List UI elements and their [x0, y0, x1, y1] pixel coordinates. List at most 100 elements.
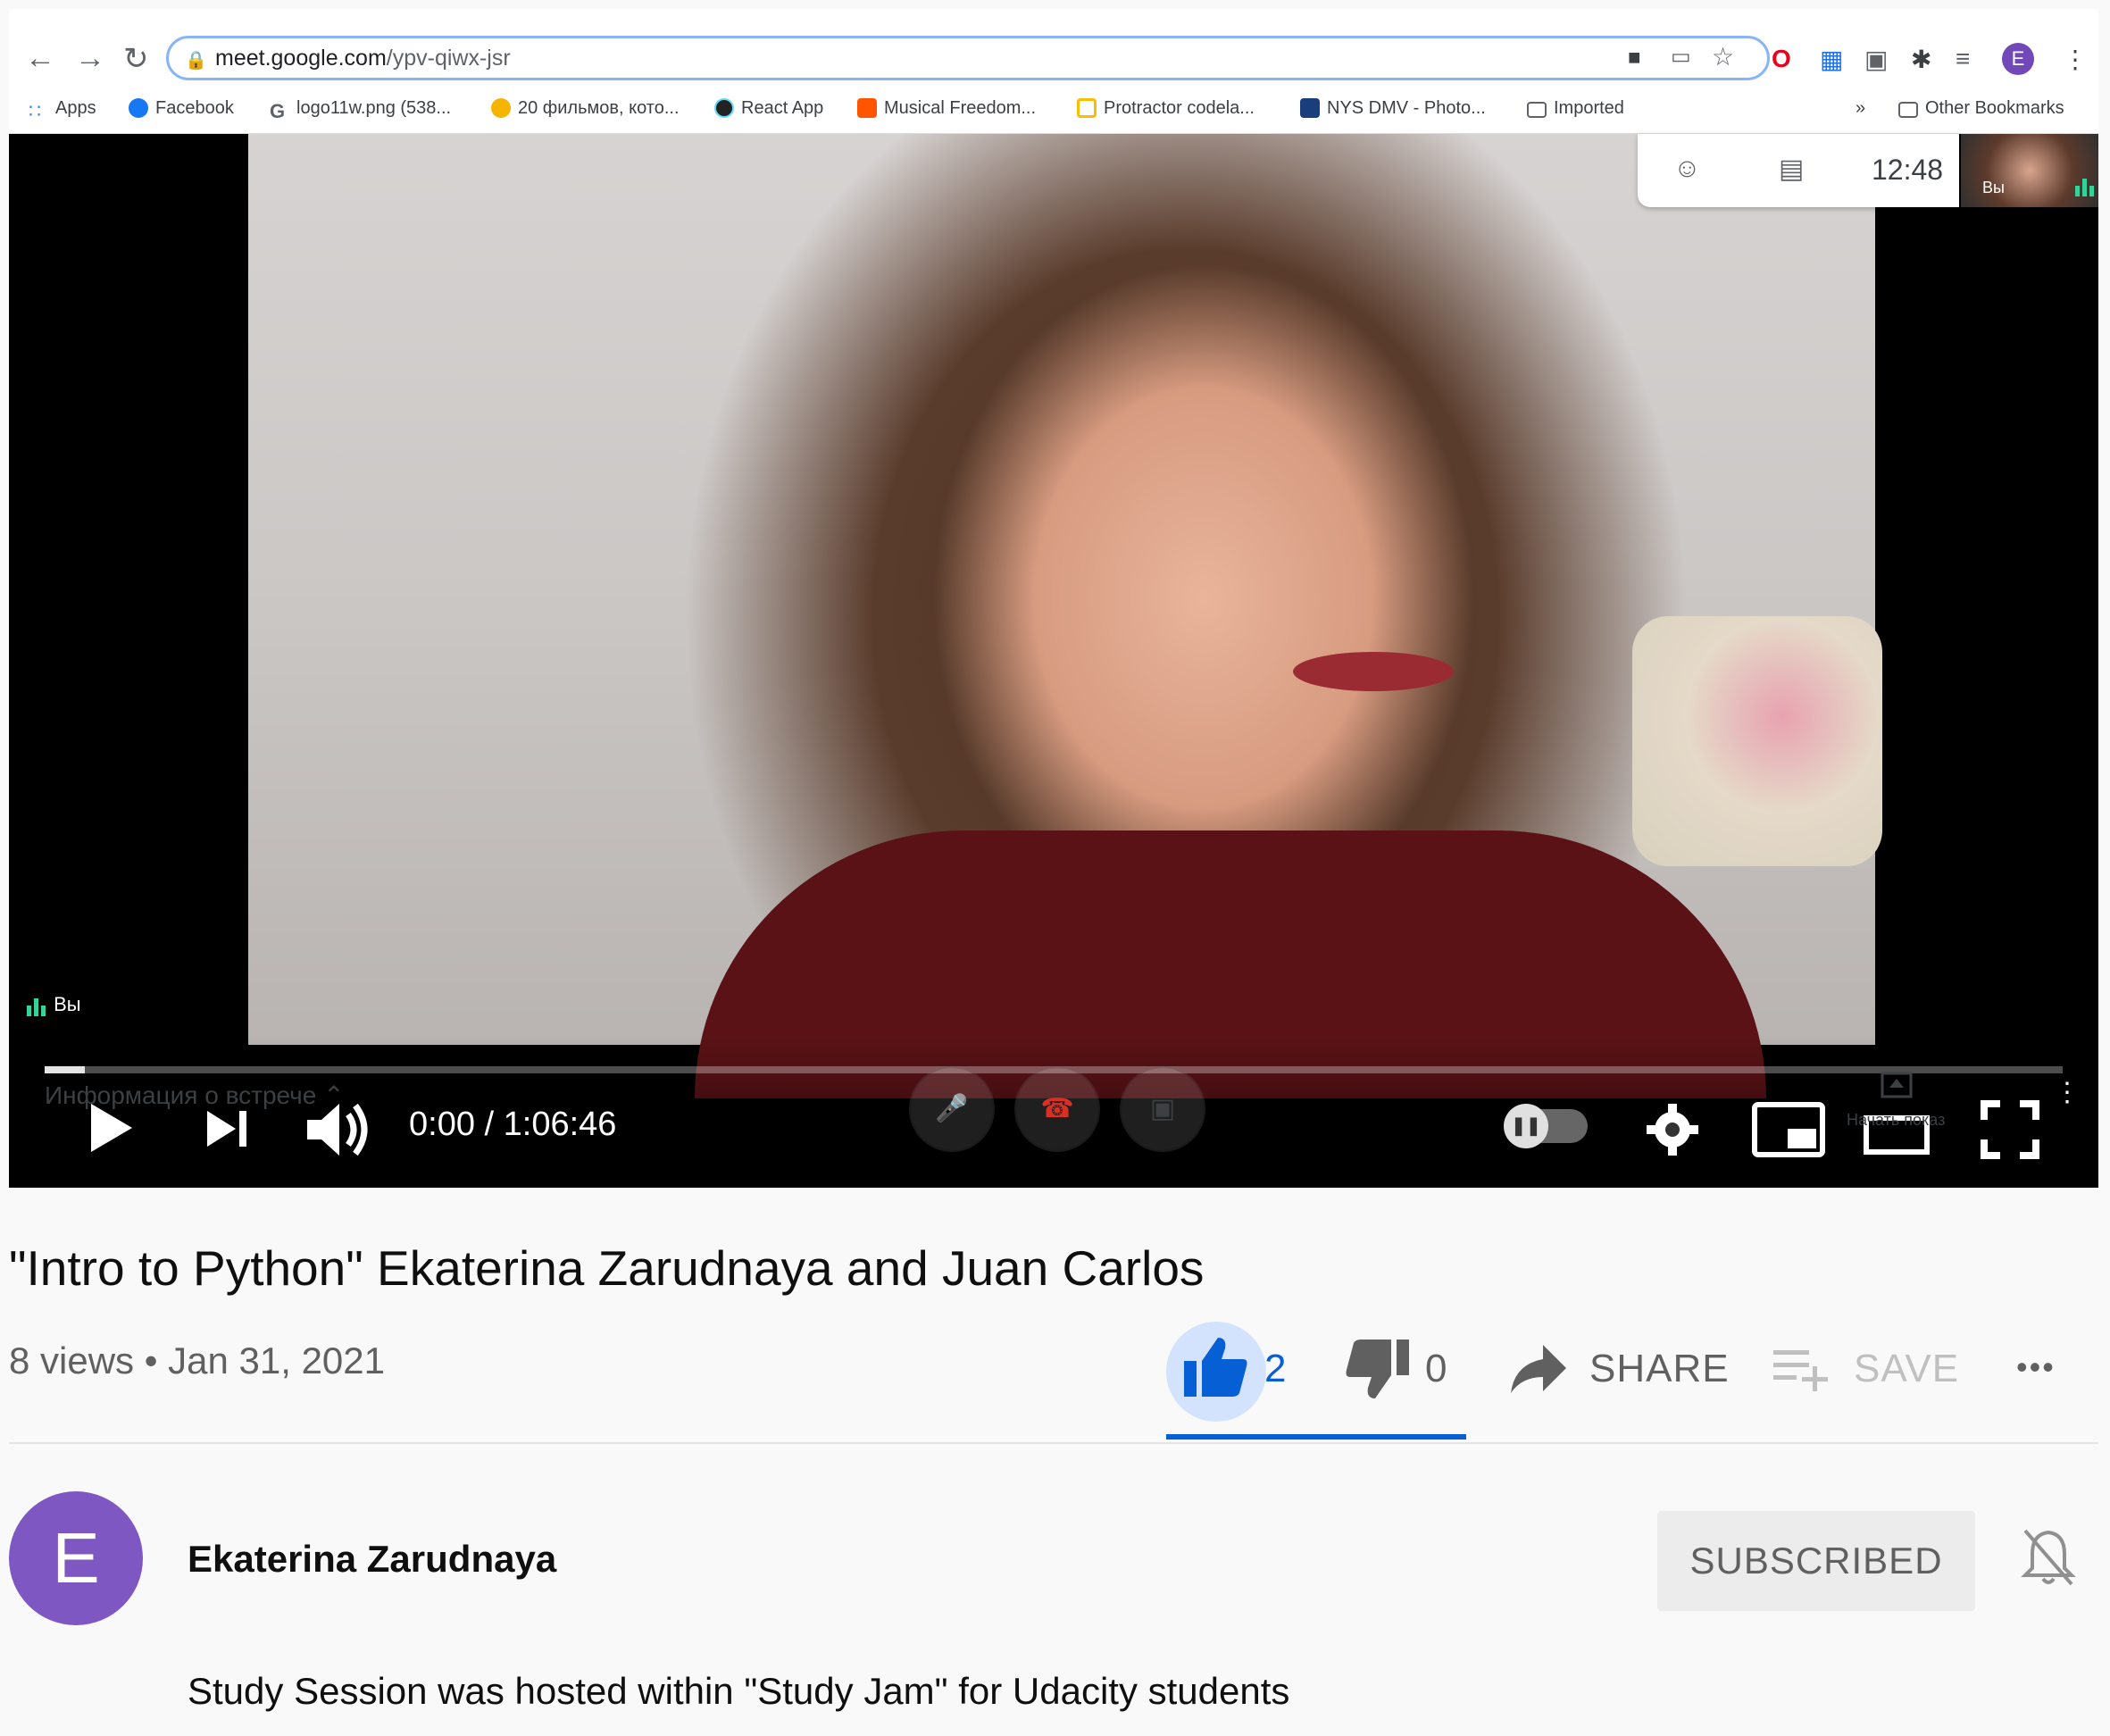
forward-arrow-icon: →	[75, 41, 105, 75]
presenter-face	[1293, 652, 1454, 691]
bookmark-label: Apps	[55, 98, 96, 118]
site-icon	[1300, 98, 1320, 118]
play-icon[interactable]	[88, 1102, 134, 1154]
bookmark-label: logo11w.png (538...	[296, 98, 452, 118]
separator-dot: •	[144, 1340, 158, 1381]
channel-name[interactable]: Ekaterina Zarudnaya	[188, 1538, 556, 1581]
mic-icon: 🎤	[909, 1066, 995, 1152]
hangup-icon: ☎	[1014, 1066, 1100, 1152]
overflow-icon[interactable]: ⋮	[2054, 1077, 2081, 1108]
section-divider	[9, 1442, 2098, 1444]
meet-clock: 12:48	[1872, 154, 1944, 186]
back-arrow-icon: ←	[25, 41, 55, 75]
like-count: 2	[1264, 1347, 1287, 1390]
meet-info-panel: ☺ ▤ 12:48	[1638, 134, 1959, 207]
url-host: meet.google.com	[215, 46, 387, 71]
self-label: Вы	[1982, 179, 2005, 196]
video-meta: 8 views • Jan 31, 2021	[9, 1340, 385, 1382]
self-video-tile: Вы	[1961, 134, 2098, 207]
like-ratio-bar	[1166, 1434, 1466, 1440]
share-arrow-icon[interactable]	[1509, 1343, 1568, 1395]
subscribed-button[interactable]: SUBSCRIBED	[1657, 1511, 1975, 1611]
playlist-add-icon[interactable]	[1773, 1347, 1832, 1393]
bookmark-apps: ∷ Apps	[29, 98, 96, 121]
folder-icon	[1898, 102, 1918, 118]
speaker-label: Вы	[27, 993, 81, 1016]
upload-date: Jan 31, 2021	[168, 1340, 385, 1381]
bookmark-other: Other Bookmarks	[1898, 98, 2064, 119]
channel-avatar[interactable]: E	[9, 1491, 143, 1625]
bookmark-label: Imported	[1554, 98, 1624, 118]
notifications-off-bell-icon[interactable]	[2020, 1527, 2077, 1588]
thumbs-down-icon[interactable]	[1345, 1340, 1409, 1400]
bookmark-label: 20 фильмов, кото...	[518, 98, 680, 118]
url-path: /ypv-qiwx-jsr	[386, 46, 511, 71]
pause-icon: ❚❚	[1504, 1104, 1548, 1148]
site-icon	[1077, 98, 1097, 118]
bookmark-musical-freedom: Musical Freedom...	[857, 98, 1036, 119]
apps-grid-icon: ∷	[29, 100, 41, 122]
bookmark-label: NYS DMV - Photo...	[1327, 98, 1486, 118]
progress-fill	[45, 1066, 86, 1073]
more-actions-icon[interactable]: •••	[2016, 1348, 2056, 1386]
address-bar: 🔒 meet.google.com/ypv-qiwx-jsr ■ ▭ ☆	[166, 36, 1770, 80]
folder-icon	[1527, 102, 1547, 118]
puzzle-icon: ✱	[1911, 46, 1932, 73]
video-frame	[248, 134, 1882, 1098]
lock-icon: 🔒	[185, 51, 207, 71]
chat-icon: ▤	[1779, 154, 1805, 184]
more-bookmarks: »	[1856, 98, 1866, 118]
bookmark-facebook: Facebook	[129, 98, 234, 119]
bookmark-label: Facebook	[155, 98, 234, 118]
bookmark-label: Musical Freedom...	[884, 98, 1037, 118]
menu-dots-icon: ⋮	[2063, 46, 2088, 73]
star-icon: ☆	[1712, 43, 1735, 71]
settings-gear-icon[interactable]	[1645, 1102, 1700, 1157]
autoplay-toggle[interactable]: ❚❚	[1504, 1104, 1588, 1148]
opera-icon: O	[1772, 45, 1791, 72]
bookmark-label: Protractor codela...	[1104, 98, 1255, 118]
address-url: meet.google.com/ypv-qiwx-jsr	[215, 46, 511, 71]
site-icon	[491, 98, 511, 118]
bookmark-nys-dmv: NYS DMV - Photo...	[1300, 98, 1486, 119]
share-button[interactable]: SHARE	[1589, 1347, 1730, 1391]
cast-icon: ▭	[1671, 45, 1691, 69]
bookmark-protractor: Protractor codela...	[1077, 98, 1255, 119]
video-title: "Intro to Python" Ekaterina Zarudnaya an…	[9, 1240, 1205, 1296]
camera-icon: ■	[1628, 46, 1641, 70]
dislike-count: 0	[1425, 1347, 1447, 1390]
view-count: 8 views	[9, 1340, 135, 1381]
meeting-details-text: Информация о встрече	[45, 1081, 317, 1109]
miniplayer-icon[interactable]	[1752, 1102, 1825, 1157]
video-player[interactable]: ← → ↻ 🔒 meet.google.com/ypv-qiwx-jsr ■ ▭…	[9, 9, 2098, 1188]
bookmark-label: Other Bookmarks	[1925, 98, 2064, 118]
react-icon	[714, 98, 734, 118]
bookmark-logo: Glogo11w.png (538...	[270, 98, 451, 121]
youtube-watch-page: ← → ↻ 🔒 meet.google.com/ypv-qiwx-jsr ■ ▭…	[0, 0, 2110, 1736]
extension-window-icon: ▦	[1820, 46, 1844, 73]
soundcloud-icon	[857, 98, 877, 118]
reload-icon: ↻	[123, 42, 149, 76]
media-queue-icon: ≡	[1956, 45, 1971, 72]
bookmark-imported: Imported	[1527, 98, 1624, 119]
thumbs-up-icon[interactable]	[1184, 1336, 1248, 1397]
browser-toolbar: ← → ↻ 🔒 meet.google.com/ypv-qiwx-jsr ■ ▭…	[9, 9, 2098, 134]
bookmark-films: 20 фильмов, кото...	[491, 98, 680, 119]
extension-save-icon: ▣	[1864, 46, 1889, 73]
bookmark-label: React App	[741, 98, 824, 118]
volume-icon[interactable]	[304, 1102, 373, 1157]
next-icon[interactable]	[205, 1109, 252, 1148]
audio-level-icon	[27, 993, 48, 1016]
facebook-icon	[129, 98, 148, 118]
bookmark-react-app: React App	[714, 98, 823, 119]
fullscreen-icon[interactable]	[1981, 1100, 2039, 1159]
video-description: Study Session was hosted within "Study J…	[188, 1670, 1290, 1712]
background-pillow	[1632, 616, 1882, 866]
audio-level-icon	[2075, 179, 2097, 196]
participants-icon: ☺	[1673, 154, 1701, 183]
present-label: Начать показ	[1847, 1111, 1946, 1129]
save-button[interactable]: SAVE	[1854, 1347, 1959, 1391]
profile-avatar: E	[2002, 43, 2034, 75]
time-display: 0:00 / 1:06:46	[409, 1106, 617, 1143]
google-icon: G	[270, 100, 286, 122]
